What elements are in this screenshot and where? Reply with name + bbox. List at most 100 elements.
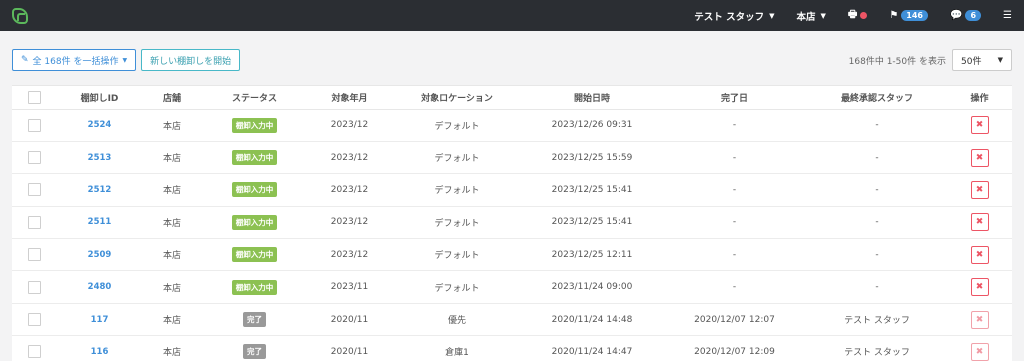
month-cell: 2023/12 (307, 141, 392, 175)
new-stocktake-label: 新しい棚卸しを開始 (150, 56, 232, 67)
row-select-cell (12, 109, 57, 142)
chevron-down-icon: ▼ (122, 56, 128, 64)
location-cell: デフォルト (392, 206, 522, 240)
status-cell: 棚卸入力中 (202, 206, 307, 240)
done-cell: - (662, 109, 807, 142)
col-header[interactable]: 開始日時 (522, 86, 662, 110)
table-row: 2513 本店 棚卸入力中 2023/12 デフォルト 2023/12/25 15:59-… (12, 141, 1012, 175)
printer-status[interactable]: 🖶 (847, 7, 868, 24)
col-header[interactable]: 棚卸しID (57, 86, 142, 110)
chevron-down-icon: ▼ (769, 11, 775, 20)
stocktake-id-link[interactable]: 117 (91, 315, 109, 325)
row-select-cell (12, 141, 57, 175)
month-cell: 2020/11 (307, 335, 392, 361)
printer-icon: 🖶 (847, 9, 858, 20)
row-checkbox[interactable] (28, 248, 41, 262)
status-cell: 棚卸入力中 (202, 109, 307, 142)
comment-notifications[interactable]: 💬 6 (950, 10, 982, 21)
stocktake-id-link[interactable]: 2480 (88, 282, 112, 292)
col-header[interactable]: 最終承認スタッフ (807, 86, 947, 110)
main-menu-button[interactable]: ☰ (1003, 10, 1012, 21)
action-cell: ✖ (947, 141, 1012, 175)
row-select-cell (12, 335, 57, 361)
select-all-checkbox[interactable] (28, 90, 41, 104)
store-cell: 本店 (142, 141, 202, 175)
delete-icon[interactable]: ✖ (970, 180, 989, 199)
stocktake-id-link[interactable]: 2511 (88, 217, 112, 227)
id-cell: 2513 (57, 141, 142, 175)
table-row: 2511 本店 棚卸入力中 2023/12 デフォルト 2023/12/25 15:41-… (12, 206, 1012, 240)
row-checkbox[interactable] (28, 151, 41, 165)
action-cell: ✖ (947, 270, 1012, 304)
store-cell: 本店 (142, 238, 202, 272)
delete-icon[interactable]: ✖ (970, 116, 989, 135)
status-badge: 棚卸入力中 (231, 247, 278, 263)
row-checkbox[interactable] (28, 280, 41, 294)
table-row: 116 本店 完了 2020/11 倉庫1 2020/11/24 14:47 2020/12… (12, 335, 1012, 361)
delete-icon[interactable]: ✖ (970, 213, 989, 232)
month-cell: 2023/11 (307, 270, 392, 304)
start-cell: 2020/11/24 14:48 (522, 303, 662, 337)
row-select-cell (12, 238, 57, 272)
delete-icon[interactable]: ✖ (970, 148, 989, 167)
stocktake-table-panel: 棚卸しID 店舗 ステータス 対象年月 対象ロケーション 開始日時 完了日 最終… (12, 85, 1012, 361)
delete-icon[interactable]: ✖ (970, 342, 989, 361)
action-cell: ✖ (947, 238, 1012, 272)
row-checkbox[interactable] (28, 118, 41, 132)
store-menu-label: 本店 (796, 11, 816, 23)
table-row: 2509 本店 棚卸入力中 2023/12 デフォルト 2023/12/25 12:11-… (12, 238, 1012, 272)
col-header[interactable]: 店舗 (142, 86, 202, 110)
staff-cell: - (807, 173, 947, 207)
status-cell: 棚卸入力中 (202, 270, 307, 304)
location-cell: デフォルト (392, 173, 522, 207)
table-body: 2524 本店 棚卸入力中 2023/12 デフォルト 2023/12/26 09:31-… (12, 109, 1012, 361)
col-header[interactable]: 対象年月 (307, 86, 392, 110)
status-badge: 完了 (243, 312, 266, 328)
stocktake-id-link[interactable]: 2509 (88, 250, 112, 260)
new-stocktake-button[interactable]: 新しい棚卸しを開始 (141, 49, 241, 71)
row-checkbox[interactable] (28, 215, 41, 229)
stocktake-id-link[interactable]: 2513 (88, 153, 112, 163)
staff-cell: - (807, 109, 947, 142)
col-header: 操作 (947, 86, 1012, 110)
row-checkbox[interactable] (28, 345, 41, 359)
user-menu[interactable]: テスト スタッフ ▼ (694, 9, 774, 23)
done-cell: - (662, 173, 807, 207)
row-select-cell (12, 206, 57, 240)
stocktake-id-link[interactable]: 116 (91, 347, 109, 357)
app-logo-icon[interactable] (12, 7, 28, 24)
col-header[interactable]: ステータス (202, 86, 307, 110)
id-cell: 2511 (57, 206, 142, 240)
status-badge: 棚卸入力中 (231, 150, 278, 166)
table-header-row: 棚卸しID 店舗 ステータス 対象年月 対象ロケーション 開始日時 完了日 最終… (12, 86, 1012, 110)
row-select-cell (12, 173, 57, 207)
per-page-value: 50件 (961, 56, 982, 67)
start-cell: 2023/12/25 15:59 (522, 141, 662, 175)
stocktake-id-link[interactable]: 2524 (88, 120, 112, 130)
location-cell: デフォルト (392, 109, 522, 142)
col-header[interactable]: 対象ロケーション (392, 86, 522, 110)
table-row: 2480 本店 棚卸入力中 2023/11 デフォルト 2023/11/24 09:00-… (12, 270, 1012, 304)
delete-icon[interactable]: ✖ (970, 310, 989, 329)
row-checkbox[interactable] (28, 313, 41, 327)
result-count: 168件中 1-50件 を表示 (848, 56, 946, 67)
start-cell: 2023/12/25 15:41 (522, 173, 662, 207)
store-cell: 本店 (142, 335, 202, 361)
month-cell: 2023/12 (307, 173, 392, 207)
store-cell: 本店 (142, 270, 202, 304)
location-cell: 優先 (392, 303, 522, 337)
delete-icon[interactable]: ✖ (970, 278, 989, 297)
delete-icon[interactable]: ✖ (970, 245, 989, 264)
month-cell: 2020/11 (307, 303, 392, 337)
flag-count-badge: 146 (901, 10, 928, 21)
per-page-select[interactable]: 50件 ▼ (952, 49, 1012, 71)
status-cell: 棚卸入力中 (202, 141, 307, 175)
row-checkbox[interactable] (28, 183, 41, 197)
flag-notifications[interactable]: ⚑ 146 (889, 10, 928, 21)
row-select-cell (12, 270, 57, 304)
stocktake-id-link[interactable]: 2512 (88, 185, 112, 195)
bulk-action-button[interactable]: ✎ 全 168件 を一括操作 ▼ (12, 49, 137, 71)
id-cell: 117 (57, 303, 142, 337)
store-menu[interactable]: 本店 ▼ (796, 9, 825, 23)
col-header[interactable]: 完了日 (662, 86, 807, 110)
